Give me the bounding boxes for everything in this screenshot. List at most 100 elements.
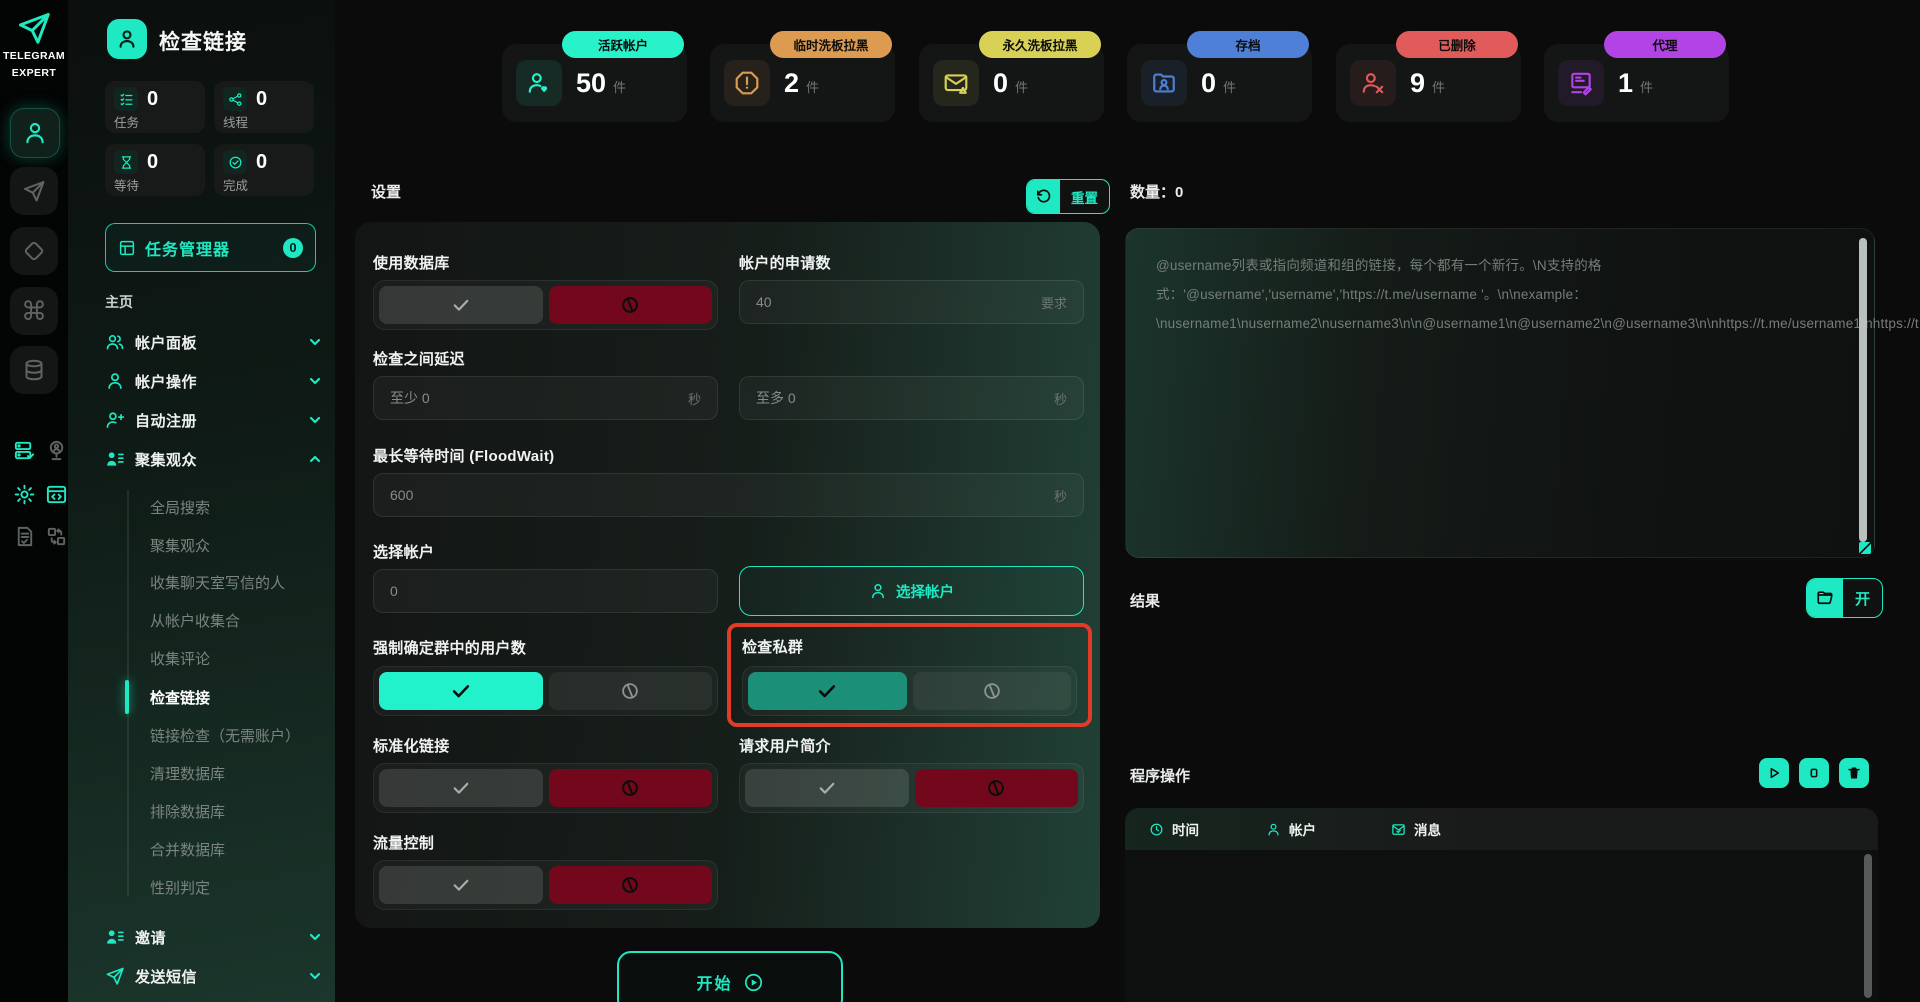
person-icon bbox=[22, 120, 48, 146]
card-value: 0 bbox=[1201, 68, 1216, 99]
document-check-icon[interactable] bbox=[12, 524, 36, 548]
rail-command-button[interactable]: ⌘ bbox=[10, 287, 58, 335]
submenu-item-global-search[interactable]: 全局搜索 bbox=[150, 496, 210, 518]
submenu-item-gather-audience[interactable]: 聚集观众 bbox=[150, 534, 210, 556]
group-label: 自动注册 bbox=[135, 410, 197, 431]
stat-tile-done: 0 完成 bbox=[214, 144, 314, 196]
submenu-item-collect-from-accounts[interactable]: 从帐户收集合 bbox=[150, 609, 240, 631]
sidebar-group-account-panel[interactable]: 帐户面板 bbox=[105, 328, 323, 356]
sidebar-group-account-ops[interactable]: 帐户操作 bbox=[105, 367, 323, 395]
submenu-item-clean-database[interactable]: 清理数据库 bbox=[150, 762, 225, 784]
textarea-scrollbar[interactable] bbox=[1859, 238, 1867, 542]
person-list-icon bbox=[105, 927, 125, 947]
resize-handle[interactable] bbox=[1859, 542, 1871, 554]
person-webcam-icon[interactable] bbox=[44, 438, 68, 462]
submenu-item-exclude-database[interactable]: 排除数据库 bbox=[150, 800, 225, 822]
selected-accounts-input[interactable]: 0 bbox=[373, 569, 718, 613]
delay-max-input[interactable]: 至多 0 秒 bbox=[739, 376, 1084, 420]
reset-button[interactable]: 重置 bbox=[1026, 179, 1110, 214]
rail-send-button[interactable] bbox=[10, 167, 58, 215]
requests-input[interactable]: 40 要求 bbox=[739, 280, 1084, 324]
table-scrollbar[interactable] bbox=[1864, 854, 1872, 998]
floodwait-input[interactable]: 600 秒 bbox=[373, 473, 1084, 517]
sidebar-group-gather-audience[interactable]: 聚集观众 bbox=[105, 445, 323, 473]
submenu-item-check-links[interactable]: 检查链接 bbox=[150, 686, 210, 708]
traffic-toggle bbox=[373, 860, 718, 910]
check-private-yes-segment[interactable] bbox=[748, 672, 907, 710]
normalize-label: 标准化链接 bbox=[373, 735, 450, 756]
sidebar-item-home[interactable]: 主页 bbox=[105, 292, 133, 312]
group-label: 帐户面板 bbox=[135, 332, 197, 353]
rail-premium-button[interactable] bbox=[10, 227, 58, 275]
server-check-icon[interactable] bbox=[12, 438, 36, 462]
submenu-item-check-links-no-account[interactable]: 链接检查（无需账户） bbox=[150, 724, 300, 746]
chevron-down-icon bbox=[307, 373, 323, 389]
card-proxy: 代理 1件 bbox=[1544, 44, 1729, 122]
page-icon bbox=[107, 19, 147, 59]
proxy-server-icon bbox=[1558, 60, 1604, 106]
floodwait-value: 600 bbox=[390, 487, 413, 503]
sidebar: 检查链接 0 任务 0 线程 0 等待 0 完成 任务管理器 0 主页 bbox=[68, 0, 335, 1002]
chevron-down-icon bbox=[307, 334, 323, 350]
program-ops-table: 时间 帐户 消息 bbox=[1125, 808, 1878, 1002]
rail-accounts-button[interactable] bbox=[10, 108, 60, 158]
check-icon bbox=[816, 680, 838, 702]
task-manager-button[interactable]: 任务管理器 0 bbox=[105, 223, 316, 272]
traffic-no-segment[interactable] bbox=[549, 866, 713, 904]
submenu-item-collect-comments[interactable]: 收集评论 bbox=[150, 647, 210, 669]
result-label: 结果 bbox=[1130, 590, 1160, 611]
traffic-yes-segment[interactable] bbox=[379, 866, 543, 904]
check-circle-icon bbox=[223, 150, 247, 174]
group-label: 邀请 bbox=[135, 927, 166, 948]
force-count-yes-segment[interactable] bbox=[379, 672, 543, 710]
person-icon bbox=[1266, 822, 1281, 837]
open-result-button[interactable]: 开 bbox=[1806, 578, 1883, 618]
gear-icon[interactable] bbox=[12, 482, 36, 506]
delay-max-value: 至多 0 bbox=[756, 388, 796, 408]
select-accounts-button[interactable]: 选择帐户 bbox=[739, 566, 1084, 616]
request-profile-label: 请求用户简介 bbox=[739, 735, 831, 756]
sidebar-group-send-sms[interactable]: 发送短信 bbox=[105, 962, 323, 990]
sidebar-group-invite[interactable]: 邀请 bbox=[105, 923, 323, 951]
request-profile-yes-segment[interactable] bbox=[745, 769, 909, 807]
person-heart-icon bbox=[516, 60, 562, 106]
code-window-icon[interactable] bbox=[44, 482, 68, 506]
person-x-icon bbox=[1350, 60, 1396, 106]
clock-icon bbox=[1149, 822, 1164, 837]
log-stop-button[interactable] bbox=[1799, 758, 1829, 788]
stat-label: 线程 bbox=[223, 112, 305, 131]
card-deleted: 已删除 9件 bbox=[1336, 44, 1521, 122]
status-badge: 临时洗板拉黑 bbox=[770, 31, 892, 58]
submenu-item-gender-detect[interactable]: 性别判定 bbox=[150, 876, 210, 898]
normalize-toggle bbox=[373, 763, 718, 813]
submenu-item-merge-database[interactable]: 合并数据库 bbox=[150, 838, 225, 860]
start-button[interactable]: 开始 bbox=[617, 951, 843, 1002]
request-profile-toggle bbox=[739, 763, 1084, 813]
people-icon bbox=[105, 332, 125, 352]
table-header-time: 时间 bbox=[1149, 819, 1266, 839]
swap-boxes-icon[interactable] bbox=[44, 524, 68, 548]
check-private-no-segment[interactable] bbox=[913, 672, 1072, 710]
normalize-no-segment[interactable] bbox=[549, 769, 713, 807]
log-play-button[interactable] bbox=[1759, 758, 1789, 788]
submenu-item-collect-chat-writers[interactable]: 收集聊天室写信的人 bbox=[150, 571, 285, 593]
normalize-yes-segment[interactable] bbox=[379, 769, 543, 807]
links-textarea[interactable]: @username列表或指向频道和组的链接，每个都有一个新行。\N支持的格式：'… bbox=[1125, 228, 1875, 558]
circle-slash-icon bbox=[619, 294, 641, 316]
group-label: 聚集观众 bbox=[135, 449, 197, 470]
table-header-message: 消息 bbox=[1391, 819, 1441, 839]
log-clear-button[interactable] bbox=[1839, 758, 1869, 788]
person-plus-icon bbox=[105, 410, 125, 430]
stat-value: 0 bbox=[256, 88, 267, 111]
request-profile-no-segment[interactable] bbox=[915, 769, 1079, 807]
card-unit: 件 bbox=[1432, 77, 1445, 96]
stop-icon bbox=[1806, 765, 1822, 781]
traffic-label: 流量控制 bbox=[373, 832, 434, 853]
use-db-no-segment[interactable] bbox=[549, 286, 713, 324]
rail-database-button[interactable] bbox=[10, 346, 58, 394]
floodwait-label: 最长等待时间 (FloodWait) bbox=[373, 445, 554, 466]
delay-min-input[interactable]: 至少 0 秒 bbox=[373, 376, 718, 420]
force-count-no-segment[interactable] bbox=[549, 672, 713, 710]
use-db-yes-segment[interactable] bbox=[379, 286, 543, 324]
sidebar-group-auto-register[interactable]: 自动注册 bbox=[105, 406, 323, 434]
